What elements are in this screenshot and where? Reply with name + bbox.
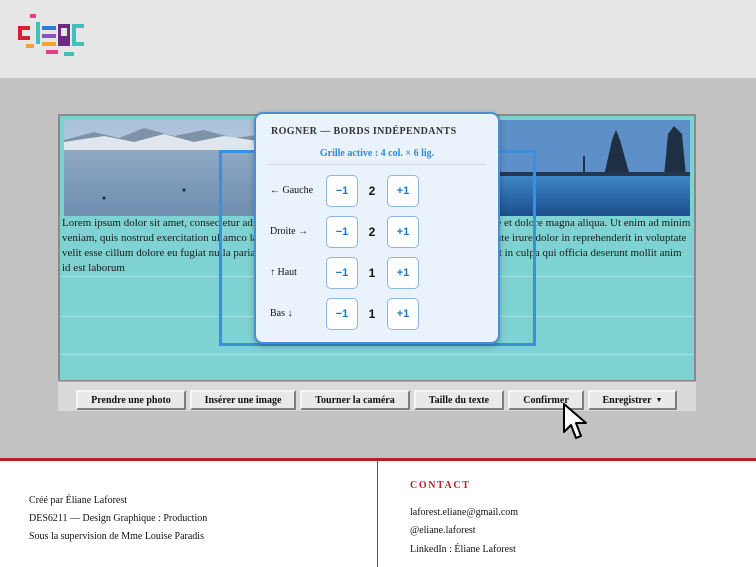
contact-heading: CONTACT [410,480,471,491]
grid-status: Grille active : 4 col. × 6 lig. [319,148,435,159]
right-decrement-button[interactable]: −1 [326,216,358,248]
edge-row-top: ↑ Haut −1 1 +1 [270,257,490,291]
bottom-decrement-button[interactable]: −1 [326,298,358,330]
take-photo-label: Prendre une photo [91,394,171,406]
dropdown-caret-icon: ▼ [655,396,663,404]
footer-divider [377,461,378,567]
rotate-camera-label: Tourner la caméra [315,394,395,406]
edge-row-bottom: Bas ↓ −1 1 +1 [270,298,490,332]
edge-label-top: ↑ Haut [270,267,297,278]
left-increment-button[interactable]: +1 [387,175,419,207]
text-size-button[interactable]: Taille du texte [414,390,504,410]
bottom-value: 1 [368,307,376,321]
divider [268,164,486,165]
header [0,0,756,78]
save-dropdown-button[interactable]: Enregistrer ▼ [588,390,677,410]
crop-panel-title: ROGNER — BORDS INDÉPENDANTS [271,126,457,137]
cursor-arrow-icon [563,403,587,439]
edge-row-left: ← Gauche −1 2 +1 [270,175,490,209]
top-increment-button[interactable]: +1 [387,257,419,289]
contact-instagram-link[interactable]: @eliane.laforest [410,525,476,536]
insert-image-button[interactable]: Insérer une image [190,390,296,410]
text-size-label: Taille du texte [428,394,490,406]
crop-panel: ROGNER — BORDS INDÉPENDANTS Grille activ… [254,112,500,344]
right-value: 2 [368,225,376,239]
top-value: 1 [368,266,376,280]
take-photo-button[interactable]: Prendre une photo [76,390,186,410]
edge-label-right: Droite → [270,226,309,237]
credit-course: DES6211 — Design Graphique : Production [29,513,208,524]
insert-image-label: Insérer une image [204,394,282,406]
right-increment-button[interactable]: +1 [387,216,419,248]
left-decrement-button[interactable]: −1 [326,175,358,207]
edge-label-bottom: Bas ↓ [270,308,293,319]
credit-supervisor: Sous la supervision de Mme Louise Paradi… [29,531,204,542]
grid-line [60,354,694,355]
rotate-camera-button[interactable]: Tourner la caméra [300,390,410,410]
left-value: 2 [368,184,376,198]
edge-label-left: ← Gauche [270,185,314,196]
bottom-increment-button[interactable]: +1 [387,298,419,330]
logo [18,14,84,56]
save-label: Enregistrer [602,394,652,406]
contact-linkedin-link[interactable]: LinkedIn : Éliane Laforest [410,544,516,555]
contact-email-link[interactable]: laforest.eliane@gmail.com [410,507,518,518]
edge-row-right: Droite → −1 2 +1 [270,216,490,250]
top-decrement-button[interactable]: −1 [326,257,358,289]
credit-author: Créé par Éliane Laforest [29,495,128,506]
footer: Créé par Éliane Laforest DES6211 — Desig… [0,458,756,567]
